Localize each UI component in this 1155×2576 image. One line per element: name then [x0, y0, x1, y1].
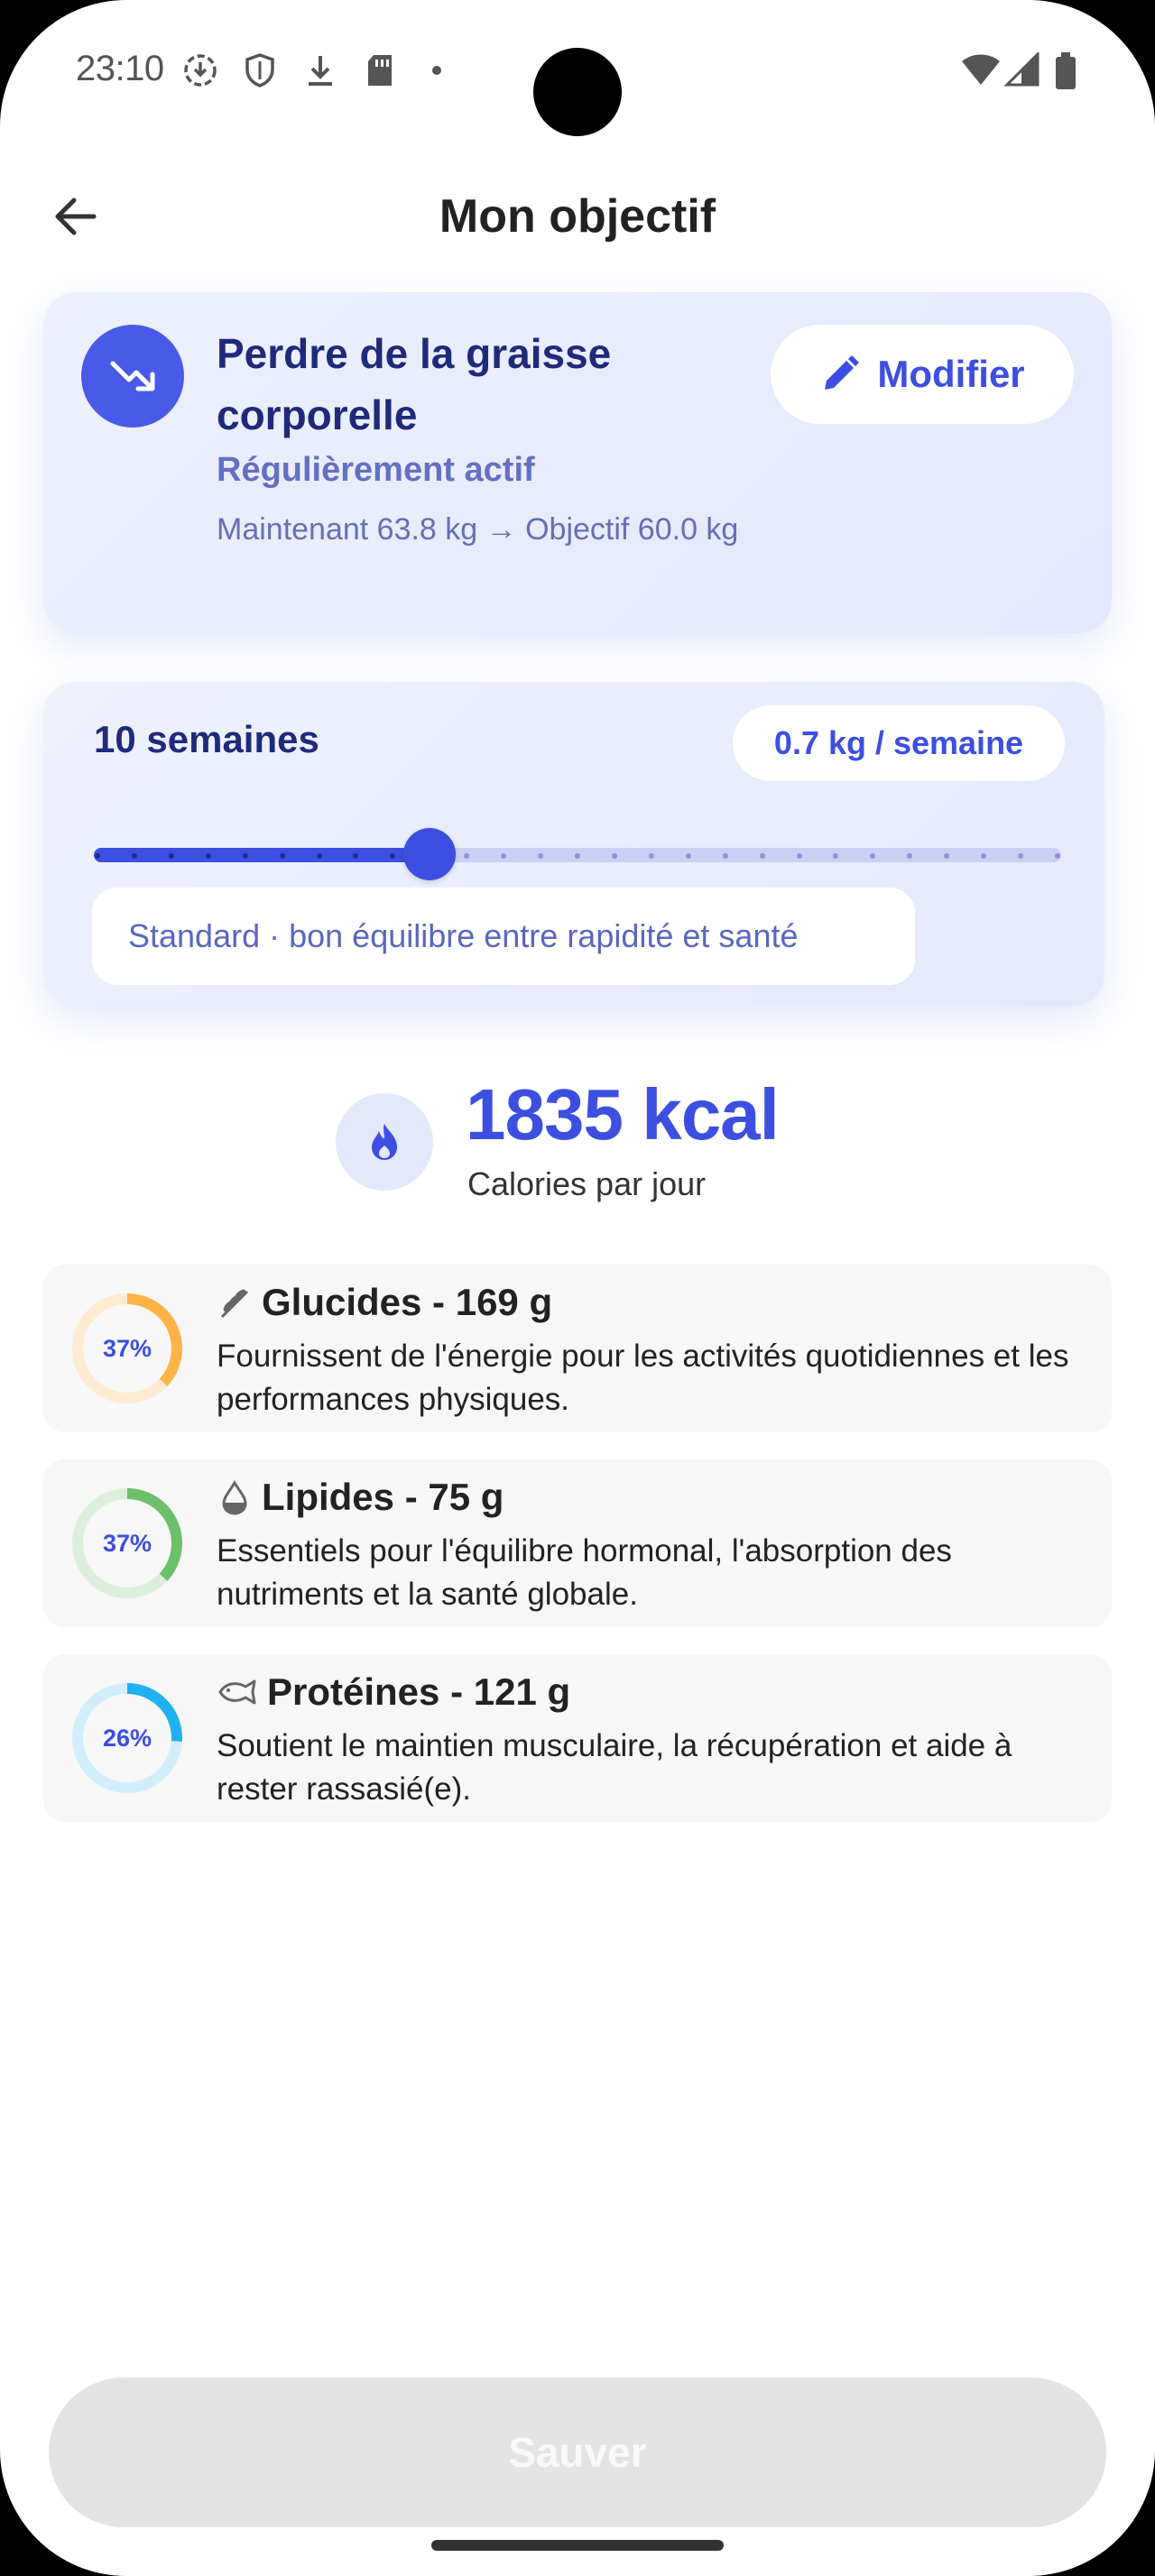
home-indicator [431, 2540, 724, 2551]
macro-card-carbs: 37% Glucides - 169 g Fournissent de l'én… [43, 1265, 1112, 1432]
goal-card: Perdre de la graisse corporelle Régulièr… [43, 292, 1112, 633]
slider-tick [1055, 853, 1060, 859]
macro-title-row: Lipides - 75 g [217, 1476, 504, 1519]
macro-percent: 37% [102, 1334, 152, 1362]
slider-tick [242, 853, 248, 859]
notification-dot-icon [432, 66, 441, 75]
slider-tick [648, 853, 654, 859]
status-time: 23:10 [76, 49, 164, 88]
calorie-icon-badge [336, 1093, 433, 1191]
shield-icon [245, 53, 274, 87]
slider-tick [575, 853, 580, 859]
macro-card-fats: 37% Lipides - 75 g Essentiels pour l'équ… [43, 1459, 1112, 1627]
wheat-icon [220, 1289, 249, 1319]
slider-tick [279, 853, 285, 859]
phone-screen: 23:10 Mon objectif Perdre de la graisse … [0, 0, 1155, 2576]
duration-card: 10 semaines 0.7 kg / semaine Standard · … [43, 682, 1104, 1007]
front-camera [533, 48, 622, 136]
macro-percent: 37% [102, 1529, 152, 1557]
sd-card-icon [368, 55, 392, 86]
macro-title: Protéines - 121 g [267, 1670, 571, 1713]
battery-icon [1056, 52, 1076, 89]
modify-button-label: Modifier [877, 353, 1025, 395]
slider-tick [611, 853, 617, 859]
app-bar: Mon objectif [0, 171, 1155, 262]
macro-title-row: Protéines - 121 g [217, 1670, 570, 1714]
goal-title: Perdre de la graisse corporelle [217, 330, 612, 438]
oil-drop-icon [222, 1480, 247, 1515]
pencil-icon [825, 355, 860, 390]
slider-thumb[interactable] [403, 828, 457, 880]
goal-icon-badge [81, 325, 184, 428]
rate-badge: 0.7 kg / semaine [733, 705, 1065, 781]
slider-tick [796, 853, 802, 859]
macro-description: Soutient le maintien musculaire, la récu… [217, 1728, 1012, 1807]
macro-description: Essentiels pour l'équilibre hormonal, l'… [217, 1533, 952, 1612]
slider-tick [685, 853, 691, 859]
calorie-value: 1835 kcal [466, 1074, 780, 1155]
flame-icon [372, 1124, 397, 1160]
goal-weights: Maintenant 63.8 kg → Objectif 60.0 kg [217, 512, 739, 547]
calorie-label: Calories par jour [467, 1165, 707, 1202]
slider-tick [131, 853, 137, 859]
macro-title-row: Glucides - 169 g [217, 1281, 552, 1324]
slider-tick [722, 853, 728, 859]
fish-icon [218, 1679, 256, 1705]
macro-percent: 26% [102, 1724, 152, 1752]
download-circle-icon [184, 54, 217, 87]
signal-icon [1003, 52, 1040, 87]
slider-tick [205, 853, 211, 859]
slider-fill [94, 848, 430, 862]
macro-title: Glucides - 169 g [262, 1281, 553, 1323]
slider-tick [316, 853, 322, 859]
wifi-icon [962, 54, 1000, 85]
activity-level: Régulièrement actif [217, 451, 535, 489]
save-button[interactable]: Sauver [49, 2378, 1106, 2527]
macro-title: Lipides - 75 g [262, 1476, 504, 1518]
download-icon [309, 56, 332, 86]
modify-button[interactable]: Modifier [771, 325, 1074, 424]
slider-tick [759, 853, 765, 859]
slider-tick [95, 853, 100, 859]
macro-card-proteins: 26% Protéines - 121 g Soutient le mainti… [43, 1654, 1112, 1822]
macro-description: Fournissent de l'énergie pour les activi… [217, 1339, 1069, 1417]
slider-tick [168, 853, 174, 859]
duration-label: 10 semaines [94, 718, 319, 760]
page-title: Mon objectif [439, 190, 716, 243]
pace-note: Standard · bon équilibre entre rapidité … [92, 888, 915, 985]
duration-slider[interactable] [94, 826, 1061, 880]
trending-down-icon [110, 361, 155, 391]
